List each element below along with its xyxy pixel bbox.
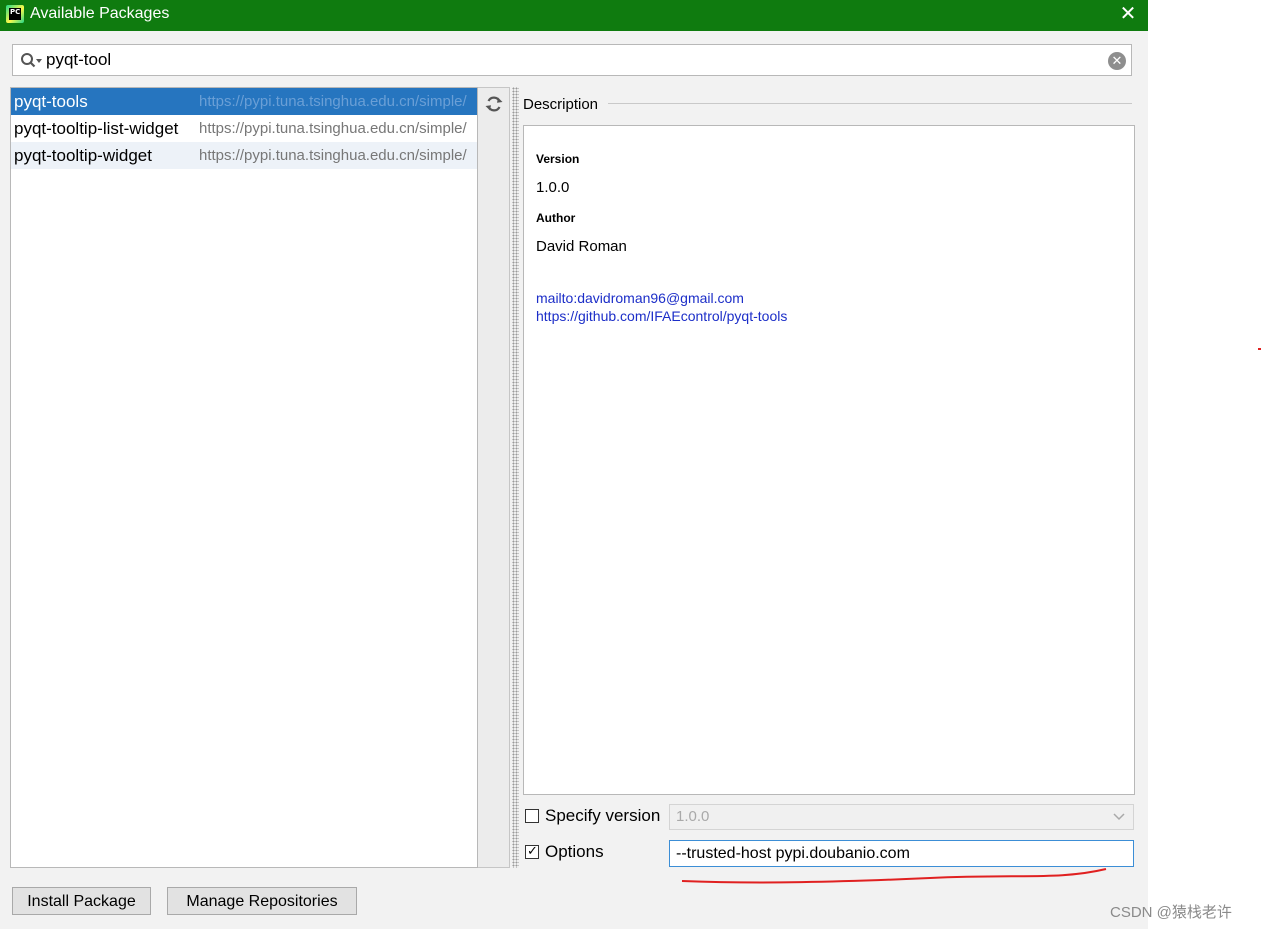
author-email-link[interactable]: mailto:davidroman96@gmail.com [536,290,744,306]
options-checkbox[interactable]: ✓ [525,843,539,859]
search-icon[interactable] [20,52,44,70]
install-package-button[interactable]: Install Package [12,887,151,915]
author-heading: Author [536,211,576,225]
package-name: pyqt-tools [14,92,88,111]
version-heading: Version [536,152,580,166]
package-name: pyqt-tooltip-widget [14,146,152,165]
close-icon[interactable]: ✕ [1108,0,1148,31]
search-input[interactable] [46,49,1086,71]
app-icon-text: PC [9,8,21,20]
window-title: Available Packages [30,5,170,22]
title-bar: PC Available Packages ✕ [0,0,1148,31]
package-name: pyqt-tooltip-list-widget [14,119,179,138]
version-value: 1.0.0 [536,179,570,196]
project-homepage-link[interactable]: https://github.com/IFAEcontrol/pyqt-tool… [536,308,787,324]
options-input[interactable] [669,840,1134,867]
red-underline-annotation [681,868,1107,884]
pycharm-app-icon: PC [6,5,24,23]
watermark: CSDN @猿栈老许 [1110,904,1232,921]
check-mark-icon: ✓ [527,843,538,858]
package-repository: https://pypi.tuna.tsinghua.edu.cn/simple… [199,147,467,164]
description-divider [608,103,1132,104]
manage-repositories-button[interactable]: Manage Repositories [167,887,357,915]
panel-splitter[interactable] [512,87,519,868]
specify-version-checkbox[interactable] [525,809,539,823]
description-label: Description [523,96,599,113]
package-list[interactable]: pyqt-tools https://pypi.tuna.tsinghua.ed… [10,87,478,868]
clear-icon[interactable]: ✕ [1108,52,1126,70]
description-panel: Version 1.0.0 Author David Roman mailto:… [523,125,1135,795]
version-select-value: 1.0.0 [676,808,710,825]
list-item[interactable]: pyqt-tooltip-widget https://pypi.tuna.ts… [11,142,477,169]
package-search-box: ✕ [12,44,1132,76]
specify-version-label: Specify version [545,806,661,825]
version-select: 1.0.0 [669,804,1134,830]
chevron-down-icon [1113,813,1125,821]
author-value: David Roman [536,238,627,255]
package-repository: https://pypi.tuna.tsinghua.edu.cn/simple… [199,93,467,110]
list-toolstrip [478,87,510,868]
list-item[interactable]: pyqt-tools https://pypi.tuna.tsinghua.ed… [11,88,477,115]
list-item[interactable]: pyqt-tooltip-list-widget https://pypi.tu… [11,115,477,142]
options-label: Options [545,842,604,861]
available-packages-dialog: PC Available Packages ✕ ✕ pyqt-tools htt… [0,0,1148,929]
refresh-icon[interactable] [484,94,504,114]
package-repository: https://pypi.tuna.tsinghua.edu.cn/simple… [199,120,467,137]
